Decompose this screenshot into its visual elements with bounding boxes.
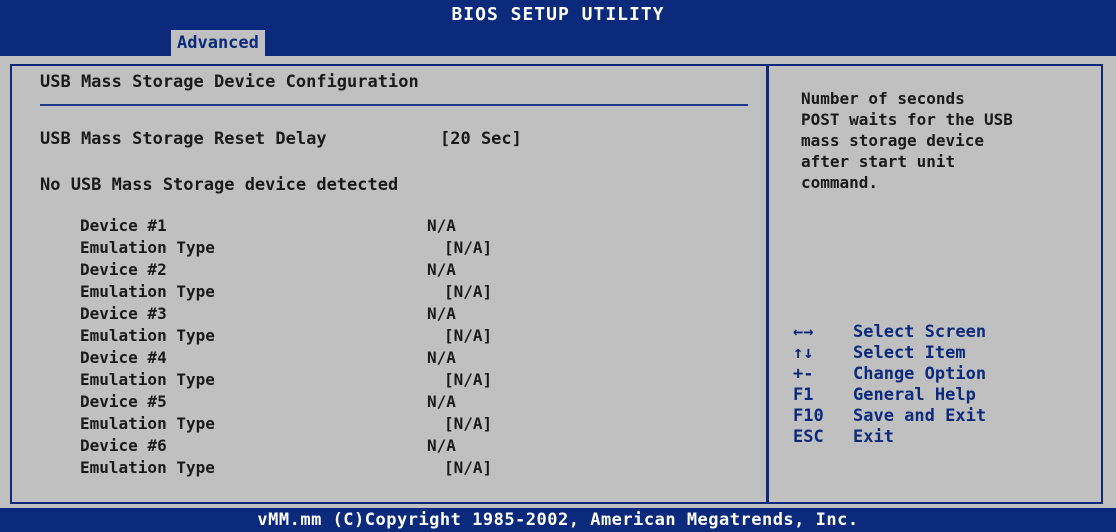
emulation-value[interactable]: [N/A] [444, 458, 492, 477]
emulation-label: Emulation Type [80, 282, 215, 301]
legend-desc: Select Screen [853, 322, 987, 342]
legend-desc: Save and Exit [853, 406, 987, 426]
emulation-label: Emulation Type [80, 458, 215, 477]
legend-desc: General Help [853, 385, 976, 405]
legend-select-screen: ←→ Select Screen [793, 322, 1093, 343]
device-row: Device #2 N/A [12, 260, 766, 282]
legend-desc: Change Option [853, 364, 987, 384]
key-legend: ←→ Select Screen ↑↓ Select Item +- Chang… [793, 322, 1093, 448]
device-value: N/A [427, 260, 456, 279]
emulation-value[interactable]: [N/A] [444, 414, 492, 433]
up-down-arrows-icon: ↑↓ [793, 343, 814, 363]
emulation-label: Emulation Type [80, 238, 215, 257]
device-label: Device #3 [80, 304, 167, 323]
device-value: N/A [427, 392, 456, 411]
left-right-arrows-icon: ←→ [793, 322, 814, 342]
emulation-label: Emulation Type [80, 414, 215, 433]
legend-select-item: ↑↓ Select Item [793, 343, 1093, 364]
device-value: N/A [427, 348, 456, 367]
emulation-label: Emulation Type [80, 326, 215, 345]
status-message: No USB Mass Storage device detected [40, 175, 399, 195]
emulation-value[interactable]: [N/A] [444, 282, 492, 301]
emulation-row[interactable]: Emulation Type [N/A] [12, 326, 766, 348]
copyright-footer: vMM.mm (C)Copyright 1985-2002, American … [0, 508, 1116, 532]
device-row: Device #3 N/A [12, 304, 766, 326]
help-text: Number of seconds POST waits for the USB… [801, 89, 1013, 192]
legend-key: ESC [793, 427, 824, 447]
emulation-row[interactable]: Emulation Type [N/A] [12, 282, 766, 304]
device-row: Device #1 N/A [12, 216, 766, 238]
tab-advanced[interactable]: Advanced [171, 30, 265, 56]
emulation-row[interactable]: Emulation Type [N/A] [12, 458, 766, 480]
help-panel: Number of seconds POST waits for the USB… [769, 66, 1101, 502]
device-value: N/A [427, 304, 456, 323]
plus-minus-icon: +- [793, 364, 814, 384]
section-divider [40, 104, 748, 106]
legend-save-exit: F10 Save and Exit [793, 406, 1093, 427]
legend-change-option: +- Change Option [793, 364, 1093, 385]
emulation-value[interactable]: [N/A] [444, 326, 492, 345]
legend-desc: Select Item [853, 343, 966, 363]
legend-general-help: F1 General Help [793, 385, 1093, 406]
device-row: Device #6 N/A [12, 436, 766, 458]
emulation-row[interactable]: Emulation Type [N/A] [12, 370, 766, 392]
reset-delay-value[interactable]: [20 Sec] [440, 129, 522, 149]
device-label: Device #1 [80, 216, 167, 235]
legend-key: F10 [793, 406, 824, 426]
legend-exit: ESC Exit [793, 427, 1093, 448]
bios-title: BIOS SETUP UTILITY [451, 4, 665, 25]
device-row: Device #5 N/A [12, 392, 766, 414]
section-title: USB Mass Storage Device Configuration [40, 72, 419, 92]
device-label: Device #6 [80, 436, 167, 455]
emulation-label: Emulation Type [80, 370, 215, 389]
reset-delay-label[interactable]: USB Mass Storage Reset Delay [40, 129, 327, 149]
device-label: Device #2 [80, 260, 167, 279]
settings-panel: USB Mass Storage Device Configuration US… [12, 66, 766, 502]
legend-key: F1 [793, 385, 814, 405]
title-bar: BIOS SETUP UTILITY Advanced [0, 0, 1116, 56]
device-label: Device #4 [80, 348, 167, 367]
device-value: N/A [427, 216, 456, 235]
emulation-value[interactable]: [N/A] [444, 370, 492, 389]
device-label: Device #5 [80, 392, 167, 411]
main-area: USB Mass Storage Device Configuration US… [10, 64, 1103, 504]
emulation-value[interactable]: [N/A] [444, 238, 492, 257]
device-row: Device #4 N/A [12, 348, 766, 370]
device-value: N/A [427, 436, 456, 455]
legend-desc: Exit [853, 427, 894, 447]
emulation-row[interactable]: Emulation Type [N/A] [12, 414, 766, 436]
emulation-row[interactable]: Emulation Type [N/A] [12, 238, 766, 260]
